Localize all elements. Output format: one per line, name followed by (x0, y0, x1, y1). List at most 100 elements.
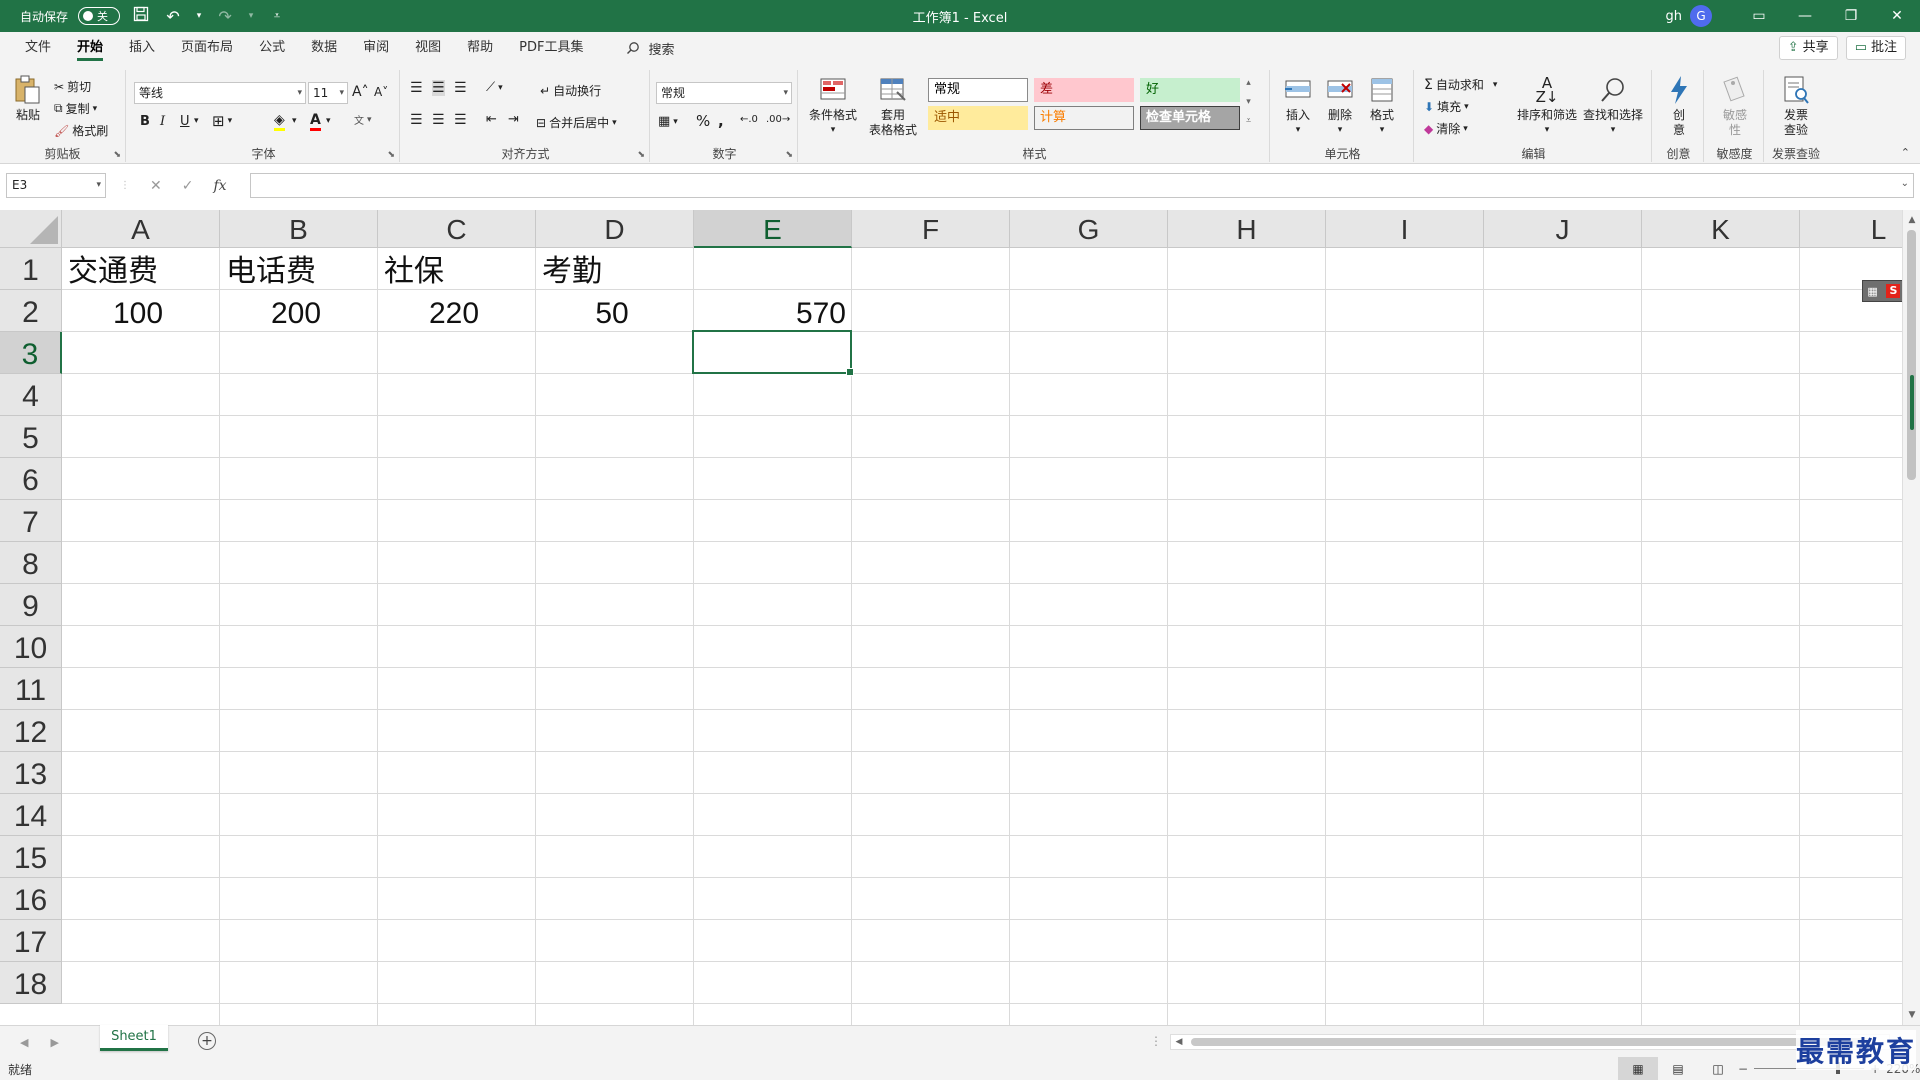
styles-scroll[interactable]: ▴ ▾ ⩡ (1246, 74, 1251, 131)
avatar[interactable]: G (1690, 5, 1712, 27)
sensitivity-button[interactable]: 敏感 性 (1716, 74, 1754, 138)
align-center-icon[interactable]: ☰ (432, 112, 445, 128)
align-bottom-icon[interactable]: ☰ (454, 80, 467, 96)
autosum-button[interactable]: Σ 自动求和 ▾ (1424, 76, 1497, 93)
sheet-tab-sheet1[interactable]: Sheet1 (100, 1025, 168, 1051)
row-header-11[interactable]: 11 (0, 668, 62, 710)
row-header-1[interactable]: 1 (0, 248, 62, 290)
tab-page-layout[interactable]: 页面布局 (168, 32, 246, 64)
creative-button[interactable]: 创 意 (1662, 74, 1696, 138)
zoom-out-icon[interactable]: − (1738, 1062, 1748, 1076)
column-header-f[interactable]: F (852, 210, 1010, 248)
style-bad[interactable]: 差 (1034, 78, 1134, 102)
style-normal[interactable]: 常规 (928, 78, 1028, 102)
redo-icon[interactable]: ↷ (214, 7, 236, 26)
row-header-2[interactable]: 2 (0, 290, 62, 332)
borders-icon[interactable]: ⊞ ▾ (212, 112, 232, 130)
select-all-corner[interactable] (0, 210, 62, 248)
scroll-left-icon[interactable]: ◀ (1171, 1035, 1187, 1049)
chevron-down-icon[interactable]: ▾ (326, 116, 331, 126)
autosave-toggle[interactable]: 关 (78, 7, 121, 25)
format-cells-button[interactable]: 格式 ▾ (1362, 74, 1402, 138)
row-header-8[interactable]: 8 (0, 542, 62, 584)
close-icon[interactable]: ✕ (1874, 0, 1920, 32)
cancel-icon[interactable]: ✕ (150, 178, 162, 194)
minimize-icon[interactable]: — (1782, 0, 1828, 32)
dialog-launcher-icon[interactable]: ⬊ (113, 150, 121, 160)
dialog-launcher-icon[interactable]: ⬊ (637, 150, 645, 160)
name-box[interactable]: E3 ▾ (6, 173, 106, 198)
row-header-17[interactable]: 17 (0, 920, 62, 962)
save-icon[interactable] (130, 6, 152, 26)
active-cell-selection[interactable] (692, 330, 854, 376)
tab-view[interactable]: 视图 (402, 32, 454, 64)
percent-button[interactable]: % (696, 112, 710, 130)
row-header-16[interactable]: 16 (0, 878, 62, 920)
column-header-c[interactable]: C (378, 210, 536, 248)
horizontal-scrollbar[interactable]: ◀ (1170, 1034, 1890, 1050)
share-button[interactable]: ⇪ 共享 (1778, 36, 1838, 60)
chevron-down-icon[interactable]: ▾ (292, 116, 297, 126)
clear-button[interactable]: ◆ 清除 ▾ (1424, 120, 1468, 137)
scroll-down-icon[interactable]: ▼ (1903, 1007, 1920, 1023)
vertical-scroll-thumb[interactable] (1907, 230, 1916, 480)
style-check-cell[interactable]: 检查单元格 (1140, 106, 1240, 130)
conditional-format-button[interactable]: 条件格式 ▾ (806, 74, 860, 138)
find-select-button[interactable]: 查找和选择 ▾ (1580, 74, 1646, 138)
row-header-5[interactable]: 5 (0, 416, 62, 458)
restore-icon[interactable]: ❐ (1828, 0, 1874, 32)
wrap-text-button[interactable]: ↵ 自动换行 (540, 82, 601, 99)
redo-dropdown-icon[interactable]: ▾ (246, 11, 256, 21)
accounting-icon[interactable]: ▦ ▾ (658, 114, 678, 129)
column-header-a[interactable]: A (62, 210, 220, 248)
underline-button[interactable]: U (180, 114, 190, 129)
orientation-icon[interactable]: ⟋ ▾ (486, 80, 503, 95)
dialog-launcher-icon[interactable]: ⬊ (785, 150, 793, 160)
style-calculation[interactable]: 计算 (1034, 106, 1134, 130)
column-header-e[interactable]: E (694, 210, 852, 248)
page-layout-view-icon[interactable]: ▤ (1658, 1057, 1698, 1080)
align-left-icon[interactable]: ☰ (410, 112, 423, 128)
column-header-g[interactable]: G (1010, 210, 1168, 248)
comments-button[interactable]: ▭ 批注 (1845, 36, 1906, 60)
phonetic-icon[interactable]: 文 ▾ (354, 112, 372, 128)
cell-d1[interactable]: 考勤 (542, 250, 602, 290)
cut-button[interactable]: ✂ 剪切 (54, 78, 91, 95)
align-top-icon[interactable]: ☰ (410, 80, 423, 96)
comma-style-icon[interactable]: , (718, 112, 724, 130)
tab-file[interactable]: 文件 (12, 32, 64, 64)
column-header-h[interactable]: H (1168, 210, 1326, 248)
paste-button[interactable]: 粘贴 (10, 74, 46, 123)
column-header-i[interactable]: I (1326, 210, 1484, 248)
horizontal-scroll-thumb[interactable] (1191, 1038, 1871, 1046)
tab-home[interactable]: 开始 (64, 32, 116, 64)
insert-function-icon[interactable]: fx (213, 178, 226, 194)
decrease-indent-icon[interactable]: ⇤ (486, 112, 497, 127)
spreadsheet-grid[interactable]: A B C D E F G H I J K L 1 2 3 4 5 6 7 8 9 10 11 12 13 14 15 16 17 18 交… (0, 210, 1902, 1025)
column-header-k[interactable]: K (1642, 210, 1800, 248)
tab-data[interactable]: 数据 (298, 32, 350, 64)
number-format-combo[interactable]: 常规 ▾ (656, 82, 792, 104)
style-good[interactable]: 好 (1140, 78, 1240, 102)
customize-toolbar-icon[interactable]: ⩡ (266, 9, 288, 23)
font-name-combo[interactable]: 等线 ▾ (134, 82, 306, 104)
increase-decimal-icon[interactable]: ←.0 (740, 114, 758, 125)
italic-button[interactable]: I (160, 114, 165, 129)
chevron-down-icon[interactable]: ▾ (194, 116, 199, 126)
increase-indent-icon[interactable]: ⇥ (508, 112, 519, 127)
column-header-b[interactable]: B (220, 210, 378, 248)
row-header-4[interactable]: 4 (0, 374, 62, 416)
scroll-up-icon[interactable]: ▲ (1903, 212, 1920, 228)
tab-help[interactable]: 帮助 (454, 32, 506, 64)
row-header-12[interactable]: 12 (0, 710, 62, 752)
cell-b1[interactable]: 电话费 (226, 250, 316, 290)
format-painter-button[interactable]: 🖌 格式刷 (54, 122, 108, 139)
merge-center-button[interactable]: ⊟ 合并后居中 ▾ (536, 114, 617, 131)
copy-button[interactable]: ⧉ 复制 ▾ (54, 100, 97, 117)
align-middle-icon[interactable]: ☰ (432, 80, 445, 96)
tab-insert[interactable]: 插入 (116, 32, 168, 64)
bold-button[interactable]: B (140, 114, 150, 129)
row-header-7[interactable]: 7 (0, 500, 62, 542)
font-size-combo[interactable]: 11 ▾ (308, 82, 348, 104)
cell-b2[interactable]: 200 (220, 292, 372, 332)
